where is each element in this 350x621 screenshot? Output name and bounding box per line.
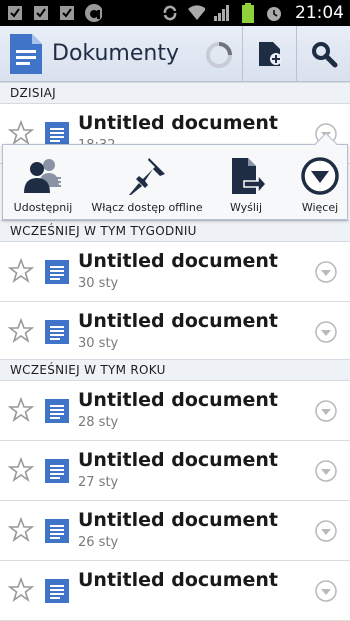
search-button[interactable] (296, 26, 350, 82)
document-title: Untitled document (78, 449, 278, 471)
star-icon[interactable] (8, 577, 34, 603)
document-date: 28 sty (78, 415, 119, 430)
checkbox-icon (6, 4, 24, 22)
chevron-down-circle-icon[interactable] (314, 519, 338, 543)
loading-spinner-icon (206, 42, 232, 68)
section-header-this-week: WCZEŚNIEJ W TYM TYGODNIU (0, 220, 350, 242)
signal-icon (213, 4, 231, 22)
star-icon[interactable] (8, 318, 34, 344)
share-button[interactable]: Udostępnij (5, 145, 81, 221)
document-row[interactable]: Untitled document 26 sty (0, 501, 350, 561)
chevron-down-circle-icon[interactable] (314, 320, 338, 344)
more-button[interactable]: Więcej (293, 145, 347, 221)
document-title: Untitled document (78, 569, 278, 591)
alarm-icon (265, 4, 283, 22)
star-icon[interactable] (8, 120, 34, 146)
app-title: Dokumenty (52, 41, 179, 66)
document-title: Untitled document (78, 250, 278, 272)
document-date: 30 sty (78, 336, 119, 351)
star-icon[interactable] (8, 397, 34, 423)
document-row[interactable]: Untitled document 30 sty (0, 242, 350, 302)
clock-time: 21:04 (295, 3, 344, 23)
send-document-icon (232, 158, 268, 195)
new-document-button[interactable] (242, 26, 296, 82)
document-row[interactable]: Untitled document 30 sty (0, 302, 350, 362)
action-bar: Dokumenty (0, 26, 350, 82)
document-date: 27 sty (78, 475, 119, 490)
document-date: 26 sty (78, 535, 119, 550)
search-icon (311, 42, 337, 68)
pin-icon (129, 158, 165, 195)
section-header-label: WCZEŚNIEJ W TYM ROKU (10, 363, 166, 377)
document-icon (45, 459, 69, 483)
chevron-down-circle-icon[interactable] (314, 399, 338, 423)
sync-icon (161, 4, 179, 22)
section-header-today: DZISIAJ (0, 82, 350, 104)
chevron-down-circle-icon[interactable] (314, 260, 338, 284)
section-header-label: DZISIAJ (10, 86, 57, 100)
more-circle-icon (301, 157, 339, 195)
star-icon[interactable] (8, 457, 34, 483)
more-label: Więcej (301, 201, 339, 214)
app-a-icon (84, 4, 102, 22)
battery-icon (239, 3, 257, 23)
document-icon (45, 260, 69, 284)
offline-access-label: Włącz dostęp offline (91, 201, 203, 214)
document-date: 30 sty (78, 276, 119, 291)
document-row[interactable]: Untitled document 28 sty (0, 381, 350, 441)
document-row[interactable]: Untitled document 27 sty (0, 441, 350, 501)
checkbox-icon (58, 4, 76, 22)
document-row[interactable]: Untitled document (0, 561, 350, 621)
section-header-label: WCZEŚNIEJ W TYM TYGODNIU (10, 224, 197, 238)
document-title: Untitled document (78, 509, 278, 531)
new-document-icon (258, 42, 282, 66)
status-bar: 21:04 (0, 0, 350, 26)
document-icon (45, 320, 69, 344)
star-icon[interactable] (8, 517, 34, 543)
document-title: Untitled document (78, 112, 278, 134)
quick-actions-popup: Udostępnij Włącz dostęp offline Wyślij W… (2, 132, 348, 221)
document-title: Untitled document (78, 389, 278, 411)
document-icon (45, 519, 69, 543)
document-icon (45, 579, 69, 603)
offline-access-button[interactable]: Włącz dostęp offline (85, 145, 209, 221)
share-label: Udostępnij (13, 201, 73, 214)
chevron-down-circle-icon[interactable] (314, 459, 338, 483)
share-people-icon (24, 159, 61, 193)
checkbox-icon (32, 4, 50, 22)
send-button[interactable]: Wyślij (213, 145, 279, 221)
document-icon (45, 399, 69, 423)
section-header-this-year: WCZEŚNIEJ W TYM ROKU (0, 359, 350, 381)
send-label: Wyślij (229, 201, 263, 214)
wifi-icon (187, 4, 205, 22)
star-icon[interactable] (8, 258, 34, 284)
docs-app-icon[interactable] (8, 32, 44, 76)
document-title: Untitled document (78, 310, 278, 332)
